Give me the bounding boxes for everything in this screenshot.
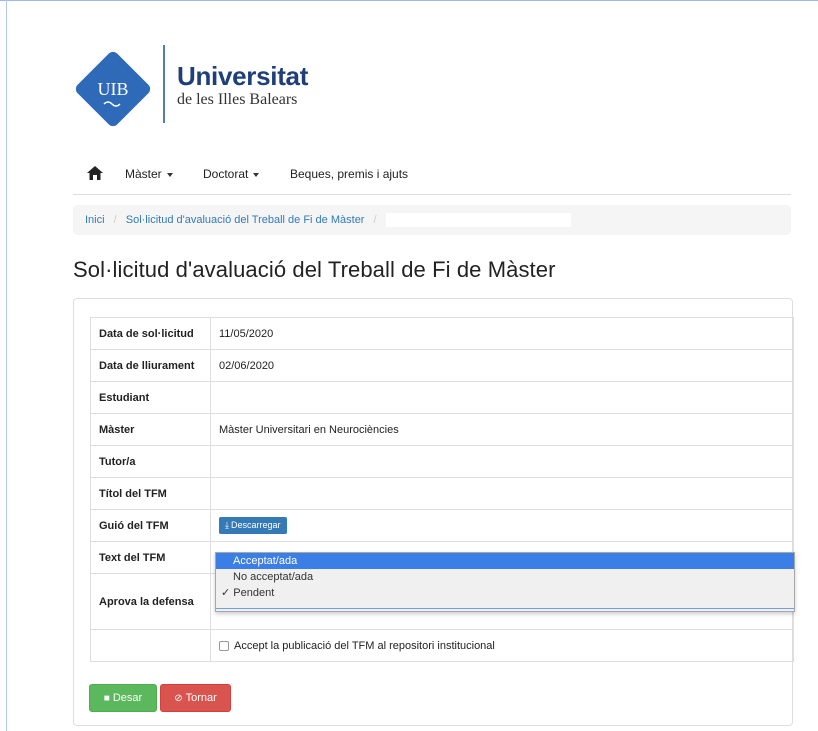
save-label: Desar [112, 692, 143, 704]
download-icon: ⤓ [225, 520, 229, 530]
left-border [6, 0, 7, 731]
breadcrumb-separator: / [113, 213, 117, 226]
checkbox-row: Accept la publicació del TFM al reposito… [210, 629, 794, 662]
publish-checkbox[interactable] [219, 640, 229, 651]
uib-logo-icon: UIB [75, 51, 151, 127]
row-label: Tutor/a [90, 445, 211, 478]
row-value: ⤓ Descarregar [210, 509, 794, 542]
table-row: Data de lliurament 02/06/2020 [90, 349, 794, 382]
row-label: Màster [90, 413, 211, 446]
top-border [0, 0, 818, 1]
row-value [210, 445, 794, 478]
table-row: Títol del TFM [90, 477, 794, 510]
nav-beques[interactable]: Beques, premis i ajuts [290, 167, 408, 181]
save-button[interactable]: ■ Desar [89, 684, 157, 712]
row-value: Màster Universitari en Neurociències [210, 413, 794, 446]
row-label: Estudiant [90, 381, 211, 414]
form-panel: Data de sol·licitud 11/05/2020 Data de l… [73, 298, 795, 726]
logo-separator [163, 45, 165, 123]
nav-master[interactable]: Màster [125, 167, 173, 181]
download-label: Descarregar [230, 520, 281, 530]
back-button[interactable]: ⊘ Tornar [160, 684, 231, 712]
chevron-down-icon [166, 172, 173, 177]
table-row: Guió del TFM ⤓ Descarregar [90, 509, 794, 542]
nav-master-label: Màster [125, 167, 162, 181]
row-label: Títol del TFM [90, 477, 211, 510]
floppy-disk-icon: ■ [103, 693, 110, 704]
breadcrumb-inici[interactable]: Inici [85, 214, 105, 226]
ban-icon: ⊘ [174, 693, 183, 704]
row-label: Data de lliurament [90, 349, 211, 382]
back-label: Tornar [185, 692, 217, 704]
chevron-down-icon [253, 172, 260, 177]
download-button[interactable]: ⤓ Descarregar [219, 517, 287, 534]
row-label [90, 629, 211, 662]
breadcrumb-separator: / [373, 213, 377, 226]
approval-dropdown-list[interactable]: Acceptat/ada No acceptat/ada ✓ Pendent [215, 552, 795, 612]
dropdown-option[interactable]: No acceptat/ada [216, 569, 794, 585]
select-underline [216, 608, 794, 609]
table-row: Estudiant [90, 381, 794, 414]
dropdown-option[interactable]: ✓ Pendent [216, 585, 794, 601]
home-icon[interactable] [87, 166, 103, 180]
dropdown-option[interactable]: Acceptat/ada [216, 553, 794, 569]
table-row: Accept la publicació del TFM al reposito… [90, 629, 794, 662]
nav-beques-label: Beques, premis i ajuts [290, 167, 409, 181]
logo-subtitle: de les Illes Balears [177, 91, 298, 108]
row-value [210, 477, 794, 510]
nav-doctorat-label: Doctorat [203, 167, 249, 181]
row-label: Data de sol·licitud [90, 317, 211, 350]
row-label: Guió del TFM [90, 509, 211, 542]
row-label: Text del TFM [90, 541, 211, 574]
row-value: 02/06/2020 [210, 349, 794, 382]
breadcrumb: Inici / Sol·licitud d'avaluació del Treb… [73, 205, 791, 235]
main-navbar: Màster Doctorat Beques, premis i ajuts [73, 155, 791, 195]
row-label: Aprova la defensa [90, 573, 211, 630]
breadcrumb-current [385, 213, 571, 227]
checkbox-label: Accept la publicació del TFM al reposito… [234, 639, 495, 652]
row-value [210, 381, 794, 414]
nav-doctorat[interactable]: Doctorat [203, 167, 260, 181]
table-row: Màster Màster Universitari en Neurociènc… [90, 413, 794, 446]
logo-title: Universitat [177, 61, 309, 91]
breadcrumb-solicitud[interactable]: Sol·licitud d'avaluació del Treball de F… [126, 214, 365, 226]
table-row: Data de sol·licitud 11/05/2020 [90, 317, 794, 350]
table-row: Tutor/a [90, 445, 794, 478]
university-logo[interactable]: UIB Universitat de les Illes Balears [73, 45, 393, 127]
row-value: 11/05/2020 [210, 317, 794, 350]
page-title: Sol·licitud d'avaluació del Treball de F… [73, 257, 556, 282]
logo-mark-text: UIB [98, 79, 129, 99]
